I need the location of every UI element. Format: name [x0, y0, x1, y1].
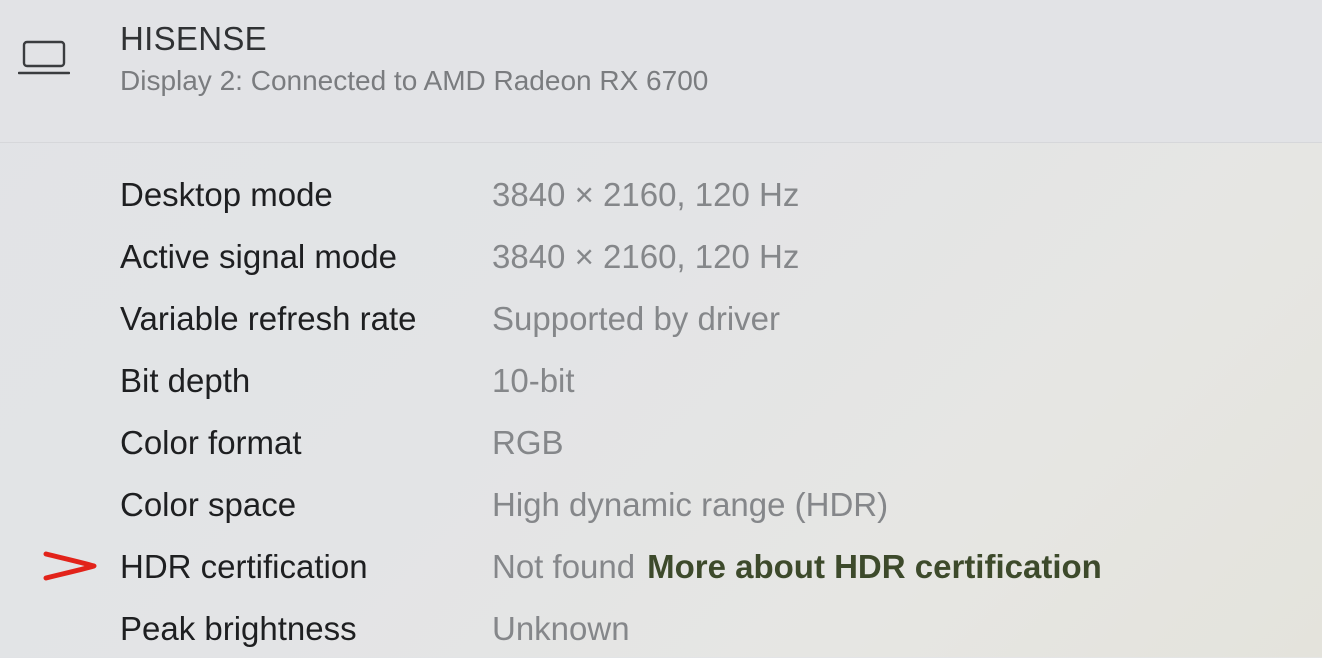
row-value: 3840 × 2160, 120 Hz: [492, 176, 800, 213]
display-name: HISENSE: [120, 20, 267, 57]
row-value-with-link: Not found More about HDR certification: [492, 548, 1102, 586]
info-row-peak-brightness: Peak brightness Unknown: [0, 596, 1322, 658]
info-row-bit-depth: Bit depth 10-bit: [0, 348, 1322, 410]
info-row-active-signal-mode: Active signal mode 3840 × 2160, 120 Hz: [0, 224, 1322, 286]
info-row-desktop-mode: Desktop mode 3840 × 2160, 120 Hz: [0, 162, 1322, 224]
info-row-color-space: Color space High dynamic range (HDR): [0, 472, 1322, 534]
info-row-variable-refresh-rate: Variable refresh rate Supported by drive…: [0, 286, 1322, 348]
row-value: 10-bit: [492, 362, 575, 399]
row-value: Unknown: [492, 610, 630, 647]
red-arrow-marker-icon: [40, 548, 98, 584]
display-connection-subtitle: Display 2: Connected to AMD Radeon RX 67…: [120, 65, 709, 96]
row-value: High dynamic range (HDR): [492, 486, 889, 523]
hdr-certification-link[interactable]: More about HDR certification: [647, 548, 1102, 585]
row-value: Not found: [492, 548, 636, 585]
row-value: 3840 × 2160, 120 Hz: [492, 238, 800, 275]
info-row-hdr-certification: HDR certification Not found More about HD…: [0, 534, 1322, 596]
display-header: HISENSE Display 2: Connected to AMD Rade…: [0, 0, 1322, 143]
row-label: Color space: [120, 486, 297, 523]
row-label: Color format: [120, 424, 302, 461]
row-label: Variable refresh rate: [120, 300, 417, 337]
monitor-icon: [17, 40, 71, 76]
row-value: RGB: [492, 424, 564, 461]
row-label: Bit depth: [120, 362, 251, 399]
row-label: HDR certification: [120, 548, 368, 585]
row-label: Active signal mode: [120, 238, 397, 275]
row-label: Peak brightness: [120, 610, 357, 647]
row-label: Desktop mode: [120, 176, 333, 213]
info-row-color-format: Color format RGB: [0, 410, 1322, 472]
row-value: Supported by driver: [492, 300, 780, 337]
